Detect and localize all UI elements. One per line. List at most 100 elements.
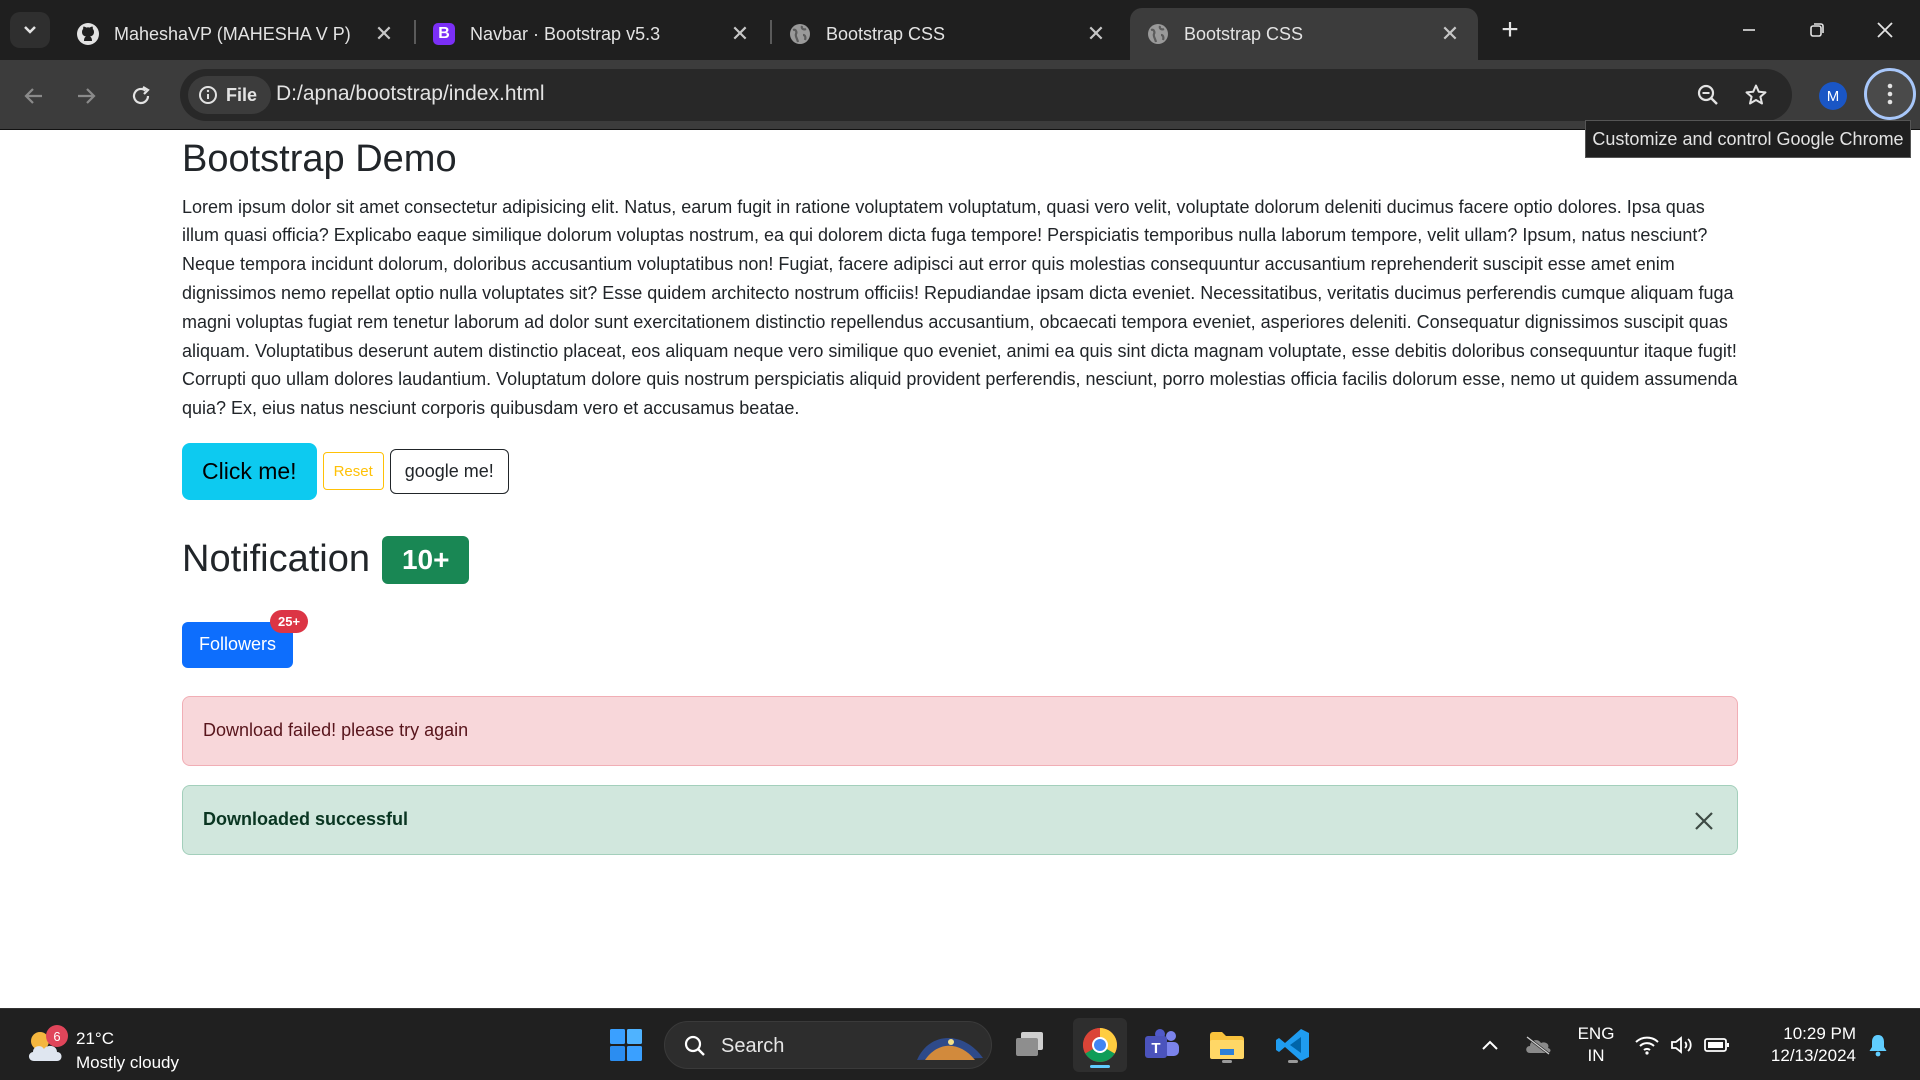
chrome-taskbar-button[interactable] <box>1073 1018 1127 1072</box>
profile-avatar[interactable]: M <box>1819 82 1847 110</box>
bell-icon <box>1869 1035 1887 1057</box>
search-icon <box>684 1035 705 1056</box>
alert-success: Downloaded successful <box>182 784 1738 855</box>
tab-title: Bootstrap CSS <box>1184 23 1304 44</box>
cloud-offline-icon <box>1526 1036 1551 1055</box>
restore-button[interactable] <box>1794 8 1840 52</box>
system-tray[interactable] <box>1634 1019 1730 1071</box>
tab-github[interactable]: MaheshaVP (MAHESHA V P) ✕ <box>60 8 412 60</box>
start-button[interactable] <box>604 1023 648 1067</box>
notification-badge: 10+ <box>381 535 470 584</box>
weather-badge: 6 <box>46 1025 68 1047</box>
menu-tooltip: Customize and control Google Chrome <box>1585 120 1911 158</box>
file-explorer-taskbar-button[interactable] <box>1205 1023 1249 1067</box>
close-icon[interactable]: ✕ <box>370 20 398 48</box>
zoom-out-icon <box>1697 84 1718 105</box>
svg-text:T: T <box>1151 1040 1160 1057</box>
clock-date: 12/13/2024 <box>1770 1046 1856 1065</box>
folder-icon <box>1210 1032 1244 1059</box>
page-content: Bootstrap Demo Lorem ipsum dolor sit ame… <box>182 131 1738 855</box>
close-icon[interactable]: ✕ <box>1082 20 1110 48</box>
running-indicator <box>1288 1060 1298 1063</box>
url-text[interactable]: D:/apna/bootstrap/index.html <box>276 82 545 106</box>
tab-bootstrap-css[interactable]: Bootstrap CSS ✕ <box>772 8 1124 60</box>
close-window-button[interactable] <box>1862 8 1908 52</box>
wifi-icon <box>1635 1036 1659 1055</box>
tab-search-button[interactable] <box>10 12 50 48</box>
tab-strip: MaheshaVP (MAHESHA V P) ✕ B Navbar · Boo… <box>0 0 1920 60</box>
globe-icon <box>788 22 812 46</box>
teams-icon: T <box>1145 1029 1179 1058</box>
site-info-label: File <box>226 84 258 105</box>
onedrive-tray-button[interactable] <box>1516 1023 1560 1067</box>
windows-logo-icon <box>610 1029 642 1061</box>
tab-bootstrap-navbar[interactable]: B Navbar · Bootstrap v5.3 ✕ <box>416 8 768 60</box>
address-bar[interactable]: File D:/apna/bootstrap/index.html <box>180 69 1792 121</box>
alert-success-text: Downloaded successful <box>203 809 409 830</box>
active-indicator <box>1090 1065 1110 1068</box>
button-row: Click me! Reset google me! <box>182 442 1738 500</box>
weather-temp: 21°C <box>76 1029 114 1048</box>
close-icon[interactable]: ✕ <box>1436 20 1464 48</box>
windows-taskbar: 6 21°C Mostly cloudy Search T ENG IN 10:… <box>0 1008 1920 1080</box>
chevron-up-icon <box>1482 1040 1498 1050</box>
clock[interactable]: 10:29 PM 12/13/2024 <box>1756 1023 1856 1067</box>
clock-time: 10:29 PM <box>1783 1024 1856 1043</box>
followers-group: Followers 25+ <box>182 609 309 668</box>
reload-button[interactable] <box>121 76 161 116</box>
star-icon <box>1745 84 1767 105</box>
google-me-button[interactable]: google me! <box>389 448 509 494</box>
running-indicator <box>1222 1060 1232 1063</box>
arrow-left-icon <box>24 88 42 104</box>
search-highlight-icon <box>917 1037 983 1060</box>
tab-title: MaheshaVP (MAHESHA V P) <box>114 23 351 44</box>
weather-widget[interactable]: 6 21°C Mostly cloudy <box>24 1019 204 1072</box>
tab-title: Navbar · Bootstrap v5.3 <box>470 23 661 44</box>
lorem-paragraph: Lorem ipsum dolor sit amet consectetur a… <box>182 196 1738 419</box>
back-button[interactable] <box>14 76 54 116</box>
tab-bootstrap-css-active[interactable]: Bootstrap CSS ✕ <box>1130 8 1478 60</box>
bootstrap-icon: B <box>432 22 456 46</box>
arrow-right-icon <box>78 88 96 104</box>
new-tab-button[interactable]: + <box>1494 13 1526 46</box>
taskbar-search[interactable]: Search <box>664 1021 992 1069</box>
volume-icon <box>1671 1036 1692 1054</box>
zoom-button[interactable] <box>1692 79 1724 111</box>
chrome-menu-button[interactable] <box>1864 68 1916 120</box>
notification-heading: Notification <box>182 538 370 581</box>
battery-icon <box>1704 1038 1729 1052</box>
reset-button[interactable]: Reset <box>322 452 384 491</box>
forward-button[interactable] <box>66 76 106 116</box>
github-icon <box>76 22 100 46</box>
close-icon <box>1695 812 1713 830</box>
alert-danger: Download failed! please try again <box>182 695 1738 766</box>
tab-title: Bootstrap CSS <box>826 23 946 44</box>
restore-icon <box>1810 23 1824 37</box>
language-indicator[interactable]: ENG IN <box>1572 1023 1620 1067</box>
alert-close-button[interactable] <box>1689 806 1719 836</box>
minimize-icon <box>1743 29 1755 31</box>
page-viewport: Bootstrap Demo Lorem ipsum dolor sit ame… <box>0 131 1920 1008</box>
reload-icon <box>132 86 150 105</box>
task-view-icon <box>1016 1032 1043 1056</box>
notifications-button[interactable] <box>1856 1023 1900 1067</box>
teams-taskbar-button[interactable]: T <box>1140 1023 1184 1067</box>
minimize-button[interactable] <box>1726 8 1772 52</box>
site-info-chip[interactable]: File <box>188 76 272 114</box>
task-view-button[interactable] <box>1008 1023 1052 1067</box>
page-title: Bootstrap Demo <box>182 138 457 180</box>
chrome-icon <box>1083 1028 1117 1062</box>
info-icon <box>199 86 217 104</box>
vscode-taskbar-button[interactable] <box>1271 1023 1315 1067</box>
show-hidden-icons-button[interactable] <box>1468 1023 1512 1067</box>
bookmark-button[interactable] <box>1740 79 1772 111</box>
close-icon[interactable]: ✕ <box>726 20 754 48</box>
weather-condition: Mostly cloudy <box>76 1053 179 1072</box>
region-code: IN <box>1587 1046 1605 1065</box>
vscode-icon <box>1276 1029 1309 1061</box>
notification-heading-row: Notification 10+ <box>182 535 1738 584</box>
click-me-button[interactable]: Click me! <box>182 442 317 500</box>
plus-icon: + <box>1501 13 1519 46</box>
language-code: ENG <box>1577 1024 1615 1043</box>
kebab-menu-icon <box>1887 83 1893 105</box>
